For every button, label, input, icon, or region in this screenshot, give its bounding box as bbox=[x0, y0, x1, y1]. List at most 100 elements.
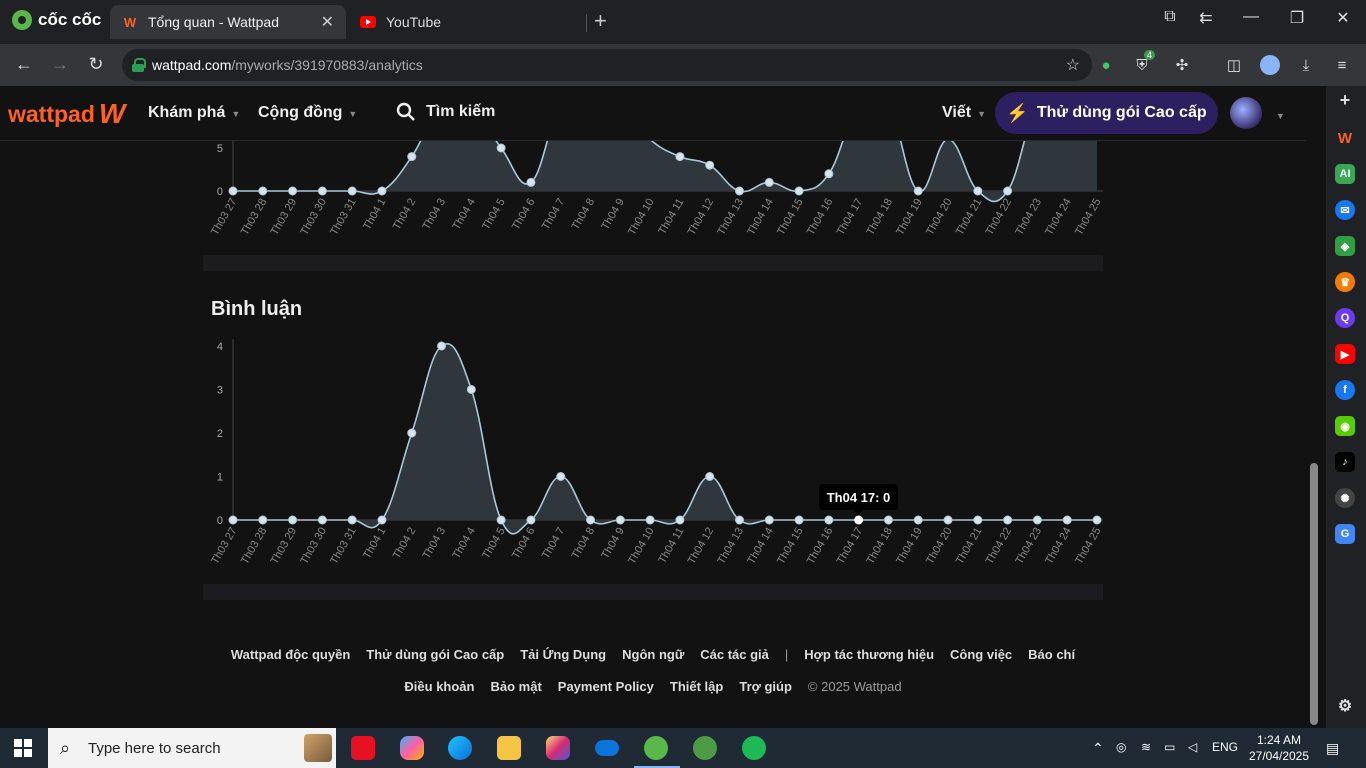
data-point[interactable] bbox=[675, 152, 685, 162]
footer-link[interactable]: Payment Policy bbox=[558, 679, 654, 694]
data-point[interactable] bbox=[526, 515, 536, 525]
wattpad-icon[interactable]: W bbox=[1335, 128, 1355, 148]
taskbar-search-input[interactable]: ⌕ Type here to search bbox=[48, 728, 336, 768]
adblock-icon[interactable]: ⛨ 4 bbox=[1130, 50, 1156, 76]
data-point[interactable] bbox=[288, 515, 298, 525]
data-point[interactable] bbox=[317, 186, 327, 196]
chevron-up-icon[interactable]: ⌃ bbox=[1092, 740, 1104, 757]
url-input[interactable]: wattpad.com/myworks/391970883/analytics … bbox=[122, 49, 1092, 81]
data-point[interactable] bbox=[824, 169, 834, 179]
new-tab-icon[interactable]: + bbox=[594, 8, 607, 34]
instagram-icon[interactable] bbox=[546, 736, 570, 760]
data-point[interactable] bbox=[854, 515, 864, 525]
notification-icon[interactable]: ▤ bbox=[1326, 740, 1339, 757]
tab-search-icon[interactable]: ⧉ bbox=[1156, 8, 1184, 26]
data-point[interactable] bbox=[526, 177, 536, 187]
wifi-icon[interactable]: ≋ bbox=[1141, 740, 1151, 754]
download-icon[interactable]: ⤓ bbox=[1294, 54, 1318, 76]
data-point[interactable] bbox=[794, 515, 804, 525]
data-point[interactable] bbox=[645, 515, 655, 525]
nav-write[interactable]: Viết ▼ bbox=[942, 104, 986, 122]
data-point[interactable] bbox=[556, 472, 566, 481]
data-point[interactable] bbox=[347, 515, 357, 525]
data-point[interactable] bbox=[228, 186, 238, 196]
game-icon[interactable]: ◈ bbox=[1335, 236, 1355, 256]
data-point[interactable] bbox=[1003, 186, 1013, 196]
data-point[interactable] bbox=[317, 515, 327, 525]
youtube-icon[interactable]: ▶ bbox=[1335, 344, 1355, 364]
data-point[interactable] bbox=[466, 385, 476, 394]
data-point[interactable] bbox=[407, 428, 417, 438]
footer-link[interactable]: Trợ giúp bbox=[739, 679, 792, 694]
data-point[interactable] bbox=[228, 515, 238, 525]
nav-community[interactable]: Cộng đồng ▼ bbox=[258, 104, 357, 122]
data-point[interactable] bbox=[973, 515, 983, 525]
battery-icon[interactable]: ▭ bbox=[1164, 740, 1175, 754]
premium-trial-button[interactable]: ⚡ Thử dùng gói Cao cấp bbox=[995, 92, 1218, 134]
data-point[interactable] bbox=[764, 515, 774, 525]
windows-start-icon[interactable] bbox=[14, 739, 32, 757]
data-point[interactable] bbox=[377, 515, 387, 525]
data-point[interactable] bbox=[1003, 515, 1013, 525]
tab-youtube[interactable]: YouTube bbox=[348, 5, 586, 39]
data-point[interactable] bbox=[764, 177, 774, 187]
data-point[interactable] bbox=[913, 186, 923, 196]
sidebar-toggle-icon[interactable]: ◫ bbox=[1222, 54, 1246, 76]
data-point[interactable] bbox=[943, 515, 953, 525]
tab-wattpad[interactable]: W Tổng quan - Wattpad ✕ bbox=[110, 5, 346, 39]
data-point[interactable] bbox=[794, 186, 804, 196]
copilot-icon[interactable] bbox=[400, 736, 424, 760]
data-point[interactable] bbox=[1092, 515, 1102, 525]
data-point[interactable] bbox=[586, 515, 596, 525]
coccoc-secondary-icon[interactable] bbox=[693, 736, 717, 760]
scrollbar-thumb[interactable] bbox=[1310, 463, 1318, 725]
settings-gear-icon[interactable]: ⚙ bbox=[1335, 696, 1355, 716]
coccoc-brand[interactable]: cốc cốc bbox=[12, 10, 101, 30]
footer-link[interactable]: Các tác giả bbox=[700, 647, 769, 662]
footer-link[interactable]: Điều khoản bbox=[404, 679, 474, 694]
footer-link[interactable]: Công việc bbox=[950, 647, 1012, 662]
data-point[interactable] bbox=[734, 515, 744, 525]
chatgpt-icon[interactable]: ✺ bbox=[1335, 488, 1355, 508]
back-tab-icon[interactable]: ⇇ bbox=[1192, 8, 1220, 28]
data-point[interactable] bbox=[824, 515, 834, 525]
edge-icon[interactable] bbox=[448, 736, 472, 760]
nav-explore[interactable]: Khám phá ▼ bbox=[148, 104, 240, 122]
crown-icon[interactable]: ♛ bbox=[1335, 272, 1355, 292]
footer-link[interactable]: Báo chí bbox=[1028, 647, 1075, 662]
footer-link[interactable]: Thiết lập bbox=[670, 679, 723, 694]
restore-icon[interactable]: ❐ bbox=[1283, 8, 1311, 28]
user-avatar[interactable] bbox=[1230, 97, 1262, 129]
data-point[interactable] bbox=[496, 515, 506, 525]
file-explorer-icon[interactable] bbox=[497, 736, 521, 760]
tiktok-icon[interactable]: ♪ bbox=[1335, 452, 1355, 472]
data-point[interactable] bbox=[258, 186, 268, 196]
data-point[interactable] bbox=[675, 515, 685, 525]
translate-icon[interactable]: G bbox=[1335, 524, 1355, 544]
wattpad-logo[interactable]: wattpad W bbox=[8, 98, 125, 130]
window-close-icon[interactable]: ✕ bbox=[1329, 8, 1357, 28]
speaker-icon[interactable]: ◁ bbox=[1188, 740, 1197, 754]
data-point[interactable] bbox=[437, 341, 447, 351]
data-point[interactable] bbox=[496, 143, 506, 153]
data-point[interactable] bbox=[973, 186, 983, 196]
onedrive-icon[interactable] bbox=[595, 740, 619, 756]
reload-icon[interactable]: ↻ bbox=[84, 54, 108, 75]
messenger-icon[interactable]: ✉ bbox=[1335, 200, 1355, 220]
data-point[interactable] bbox=[913, 515, 923, 525]
taskbar-clock[interactable]: 1:24 AM 27/04/2025 bbox=[1244, 732, 1314, 764]
data-point[interactable] bbox=[734, 186, 744, 196]
spotify-icon[interactable] bbox=[742, 736, 766, 760]
search-q-icon[interactable]: Q bbox=[1335, 308, 1355, 328]
menu-icon[interactable]: ≡ bbox=[1330, 54, 1354, 76]
footer-link[interactable]: Bảo mật bbox=[490, 679, 541, 694]
language-indicator[interactable]: ENG bbox=[1212, 740, 1238, 754]
xmind-icon[interactable] bbox=[351, 736, 375, 760]
network-settings-icon[interactable]: ◎ bbox=[1116, 740, 1126, 754]
coccoc-icon[interactable] bbox=[644, 736, 668, 760]
nav-search[interactable]: Tìm kiếm bbox=[396, 102, 495, 122]
ai-icon[interactable]: AI bbox=[1335, 164, 1355, 184]
close-icon[interactable]: ✕ bbox=[321, 12, 334, 32]
data-point[interactable] bbox=[407, 152, 417, 162]
data-point[interactable] bbox=[1032, 515, 1042, 525]
